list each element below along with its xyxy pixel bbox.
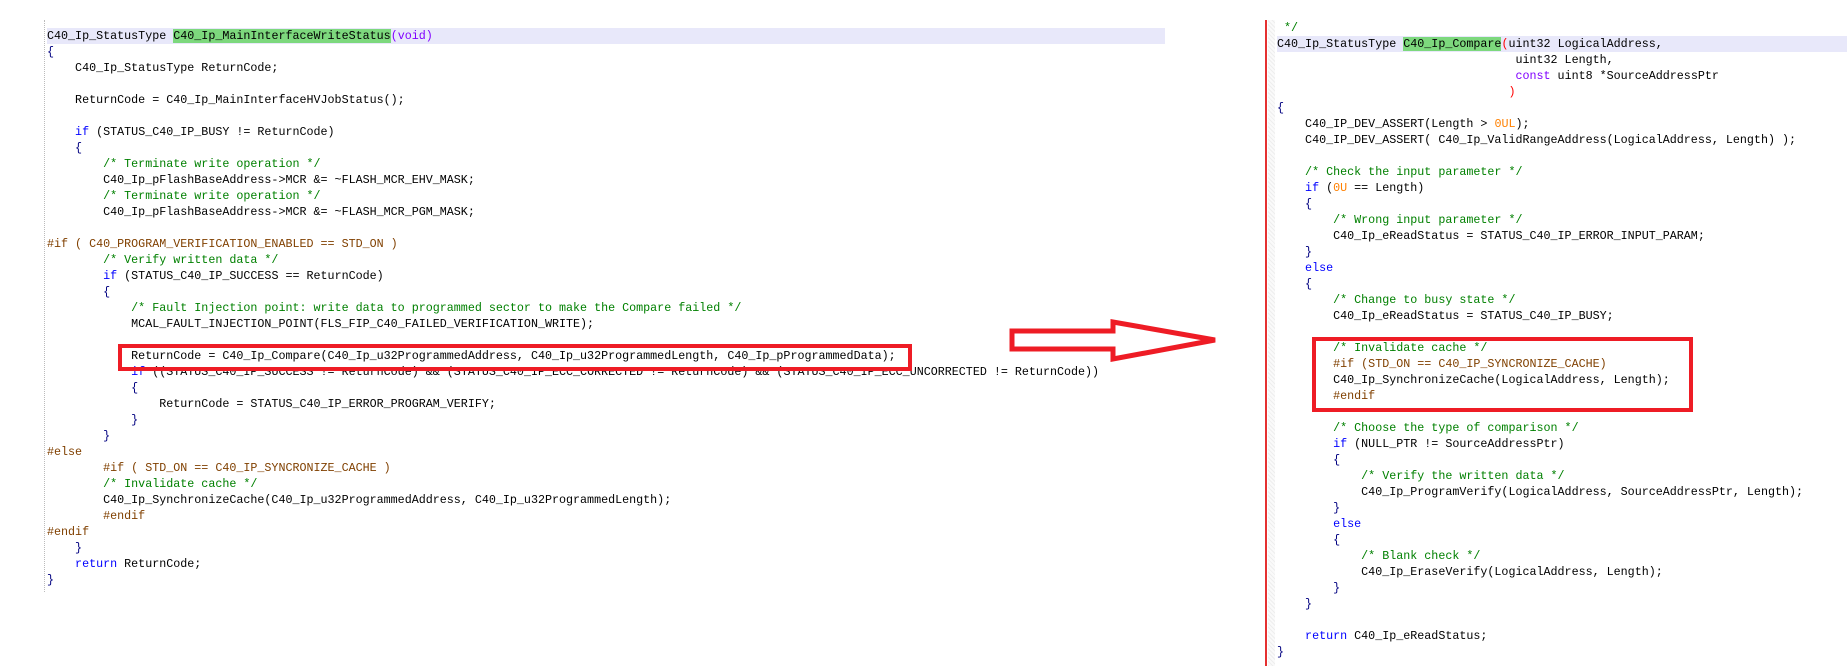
code-line: { xyxy=(1277,196,1803,212)
code-line: /* Wrong input parameter */ xyxy=(1277,212,1803,228)
code-token: C40_Ip_StatusType xyxy=(1277,37,1404,51)
code-token: C40_Ip_eReadStatus; xyxy=(1347,629,1488,643)
code-keyword: else xyxy=(1277,261,1334,275)
code-token: 0UL xyxy=(1494,117,1516,131)
code-line: /* Verify the written data */ xyxy=(1277,468,1803,484)
code-line: else xyxy=(1277,260,1803,276)
code-line: } xyxy=(1277,580,1803,596)
code-line: { xyxy=(1277,532,1803,548)
code-keyword: if xyxy=(1277,181,1320,195)
code-line: C40_IP_DEV_ASSERT(Length > 0UL); xyxy=(1277,116,1803,132)
code-comment: /* Verify the written data */ xyxy=(1277,469,1565,483)
code-comment: */ xyxy=(1277,21,1299,35)
code-line: const uint8 *SourceAddressPtr xyxy=(1277,68,1803,84)
code-token: ( xyxy=(1319,181,1334,195)
code-line: /* Change to busy state */ xyxy=(1277,292,1803,308)
code-comment: /* Choose the type of comparison */ xyxy=(1277,421,1579,435)
code-token: { xyxy=(1277,277,1313,291)
code-line: C40_Ip_eReadStatus = STATUS_C40_IP_BUSY; xyxy=(1277,308,1803,324)
code-token: { xyxy=(1277,533,1341,547)
code-token: C40_Ip_eReadStatus = STATUS_C40_IP_ERROR… xyxy=(1277,229,1705,243)
code-line: uint32 Length, xyxy=(1277,52,1803,68)
code-line: C40_Ip_ProgramVerify(LogicalAddress, Sou… xyxy=(1277,484,1803,500)
right-fold-margin xyxy=(1268,20,1275,666)
code-line: } xyxy=(1277,500,1803,516)
code-line: */ xyxy=(1277,20,1803,36)
code-line: /* Blank check */ xyxy=(1277,548,1803,564)
code-line: /* Check the input parameter */ xyxy=(1277,164,1803,180)
code-token: { xyxy=(1277,453,1341,467)
code-token: C40_IP_DEV_ASSERT(Length > xyxy=(1277,117,1495,131)
code-line: if (0U == Length) xyxy=(1277,180,1803,196)
code-line: } xyxy=(1277,596,1803,612)
code-line: C40_IP_DEV_ASSERT( C40_Ip_ValidRangeAddr… xyxy=(1277,132,1803,148)
code-keyword: else xyxy=(1277,517,1362,531)
code-line: } xyxy=(1277,644,1803,660)
right-change-bar xyxy=(1265,20,1267,666)
code-token: } xyxy=(1277,645,1285,659)
code-token: C40_IP_DEV_ASSERT( C40_Ip_ValidRangeAddr… xyxy=(1277,133,1797,147)
code-comment: /* Blank check */ xyxy=(1277,549,1481,563)
code-line: ) xyxy=(1277,84,1803,100)
code-token: uint32 LogicalAddress, xyxy=(1508,37,1663,51)
code-token: ); xyxy=(1515,117,1530,131)
code-token: ) xyxy=(1277,85,1516,99)
code-token: const xyxy=(1277,69,1551,83)
code-line: { xyxy=(1277,276,1803,292)
code-token: uint32 Length, xyxy=(1277,53,1614,67)
code-token: == Length) xyxy=(1347,181,1425,195)
code-token: (NULL_PTR != SourceAddressPtr) xyxy=(1347,437,1565,451)
code-line: C40_Ip_StatusType C40_Ip_Compare(uint32 … xyxy=(1277,36,1803,52)
code-token: { xyxy=(1277,197,1313,211)
code-token: } xyxy=(1277,581,1341,595)
code-line: { xyxy=(1277,452,1803,468)
code-comment: /* Check the input parameter */ xyxy=(1277,165,1523,179)
code-token: 0U xyxy=(1333,181,1348,195)
code-line: { xyxy=(1277,100,1803,116)
code-line: else xyxy=(1277,516,1803,532)
code-token: C40_Ip_EraseVerify(LogicalAddress, Lengt… xyxy=(1277,565,1663,579)
code-token: C40_Ip_ProgramVerify(LogicalAddress, Sou… xyxy=(1277,485,1804,499)
code-token: } xyxy=(1277,501,1341,515)
code-line: C40_Ip_EraseVerify(LogicalAddress, Lengt… xyxy=(1277,564,1803,580)
function-name: C40_Ip_Compare xyxy=(1403,37,1502,51)
code-keyword: return xyxy=(1277,629,1348,643)
code-line: if (NULL_PTR != SourceAddressPtr) xyxy=(1277,436,1803,452)
right-cache-block-highlight-box xyxy=(1312,337,1693,412)
code-comment: /* Change to busy state */ xyxy=(1277,293,1516,307)
code-line: /* Choose the type of comparison */ xyxy=(1277,420,1803,436)
code-line: return C40_Ip_eReadStatus; xyxy=(1277,628,1803,644)
code-keyword: if xyxy=(1277,437,1348,451)
code-line: } xyxy=(1277,244,1803,260)
code-token: { xyxy=(1277,101,1285,115)
code-token: C40_Ip_eReadStatus = STATUS_C40_IP_BUSY; xyxy=(1277,309,1614,323)
code-token: uint8 *SourceAddressPtr xyxy=(1550,69,1719,83)
code-line: C40_Ip_eReadStatus = STATUS_C40_IP_ERROR… xyxy=(1277,228,1803,244)
code-comment: /* Wrong input parameter */ xyxy=(1277,213,1523,227)
code-token: } xyxy=(1277,597,1313,611)
code-token: } xyxy=(1277,245,1313,259)
